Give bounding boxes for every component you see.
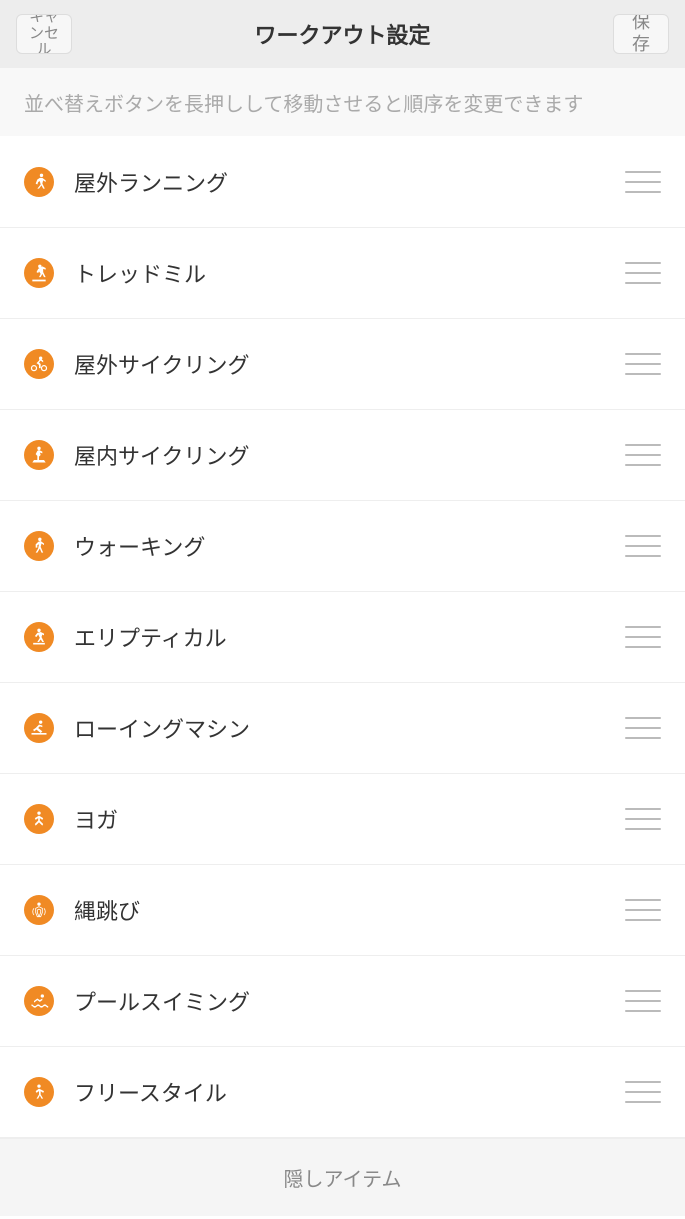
drag-handle-icon[interactable] (625, 171, 661, 193)
workout-list: 屋外ランニングトレッドミル屋外サイクリング屋内サイクリングウォーキングエリプティ… (0, 136, 685, 1138)
workout-item-label: 縄跳び (74, 894, 625, 926)
workout-item: プールスイミング (0, 955, 685, 1047)
running-icon (24, 167, 54, 197)
cancel-button[interactable]: キャンセル (16, 14, 72, 54)
workout-item: 屋外ランニング (0, 136, 685, 228)
drag-handle-icon[interactable] (625, 535, 661, 557)
header: キャンセル ワークアウト設定 保存 (0, 0, 685, 68)
save-button[interactable]: 保存 (613, 14, 669, 54)
workout-item: 縄跳び (0, 864, 685, 956)
workout-item: フリースタイル (0, 1046, 685, 1138)
swimming-icon (24, 986, 54, 1016)
workout-item-label: エリプティカル (74, 621, 625, 653)
drag-handle-icon[interactable] (625, 626, 661, 648)
walking-icon (24, 531, 54, 561)
cycling-outdoor-icon (24, 349, 54, 379)
workout-item-label: ローイングマシン (74, 712, 625, 744)
drag-handle-icon[interactable] (625, 1081, 661, 1103)
rowing-icon (24, 713, 54, 743)
drag-handle-icon[interactable] (625, 444, 661, 466)
workout-item-label: フリースタイル (74, 1076, 625, 1108)
workout-item: ヨガ (0, 773, 685, 865)
drag-handle-icon[interactable] (625, 262, 661, 284)
workout-item-label: プールスイミング (74, 985, 625, 1017)
hidden-items-section: 隠しアイテム (0, 1138, 685, 1216)
jumprope-icon (24, 895, 54, 925)
workout-item-label: 屋内サイクリング (74, 439, 625, 471)
workout-item-label: ウォーキング (74, 530, 625, 562)
workout-item-label: トレッドミル (74, 257, 625, 289)
cycling-indoor-icon (24, 440, 54, 470)
workout-item: 屋内サイクリング (0, 409, 685, 501)
drag-handle-icon[interactable] (625, 717, 661, 739)
drag-handle-icon[interactable] (625, 808, 661, 830)
elliptical-icon (24, 622, 54, 652)
workout-item: エリプティカル (0, 591, 685, 683)
freestyle-icon (24, 1077, 54, 1107)
workout-item-label: ヨガ (74, 803, 625, 835)
workout-item: ウォーキング (0, 500, 685, 592)
workout-item: ローイングマシン (0, 682, 685, 774)
drag-handle-icon[interactable] (625, 353, 661, 375)
page-title: ワークアウト設定 (254, 18, 430, 50)
treadmill-icon (24, 258, 54, 288)
workout-item: 屋外サイクリング (0, 318, 685, 410)
drag-handle-icon[interactable] (625, 899, 661, 921)
yoga-icon (24, 804, 54, 834)
workout-item: トレッドミル (0, 227, 685, 319)
drag-handle-icon[interactable] (625, 990, 661, 1012)
workout-item-label: 屋外サイクリング (74, 348, 625, 380)
instruction-text: 並べ替えボタンを長押しして移動させると順序を変更できます (0, 68, 685, 137)
workout-item-label: 屋外ランニング (74, 166, 625, 198)
